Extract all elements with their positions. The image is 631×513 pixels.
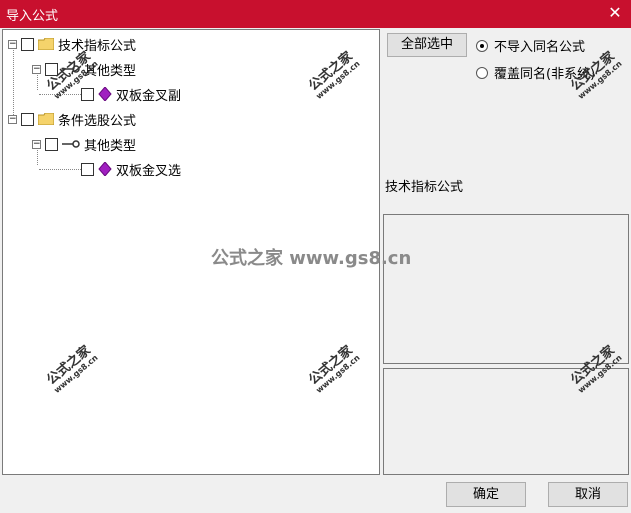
collapse-icon[interactable]: − xyxy=(8,39,17,49)
checkbox[interactable] xyxy=(21,37,34,51)
tree-label: 双板金叉副 xyxy=(116,88,182,104)
radio-icon[interactable] xyxy=(476,66,488,79)
radio-icon[interactable] xyxy=(476,39,488,52)
window-title: 导入公式 xyxy=(6,9,59,24)
checkbox[interactable] xyxy=(21,112,34,126)
cancel-button[interactable]: 取消 xyxy=(548,482,628,507)
formula-category-label: 技术指标公式 xyxy=(385,180,464,195)
key-icon xyxy=(62,140,80,148)
tree-node-formula[interactable]: 双板金叉副 xyxy=(81,84,181,104)
collapse-icon[interactable]: − xyxy=(8,114,17,124)
title-bar: 导入公式 ✕ xyxy=(0,0,631,28)
formula-gem-icon xyxy=(98,87,112,101)
tree-label: 技术指标公式 xyxy=(58,38,137,54)
radio-label: 不导入同名公式 xyxy=(494,40,586,55)
folder-icon xyxy=(38,38,54,50)
formula-gem-icon xyxy=(98,162,112,176)
tree-label: 其他类型 xyxy=(84,138,137,154)
center-watermark: 公式之家 www.gs8.cn xyxy=(211,248,412,269)
checkbox[interactable] xyxy=(81,87,94,101)
tree-connector xyxy=(39,169,81,170)
ok-button[interactable]: 确定 xyxy=(446,482,526,507)
watermark: 公式之家 www.gs8.cn xyxy=(568,49,624,102)
collapse-icon[interactable]: − xyxy=(32,64,41,74)
checkbox[interactable] xyxy=(45,137,58,151)
tree-label: 双板金叉选 xyxy=(116,163,182,179)
collapse-icon[interactable]: − xyxy=(32,139,41,149)
close-icon[interactable]: ✕ xyxy=(605,3,625,23)
tree-label: 条件选股公式 xyxy=(58,113,137,129)
tree-node-tech-indicator[interactable]: − 技术指标公式 xyxy=(8,34,136,54)
checkbox[interactable] xyxy=(81,162,94,176)
radio-skip-duplicates[interactable]: 不导入同名公式 xyxy=(476,36,585,55)
tree-node-formula[interactable]: 双板金叉选 xyxy=(81,159,181,179)
tree-node-other-type[interactable]: − 其他类型 xyxy=(32,134,136,154)
description-panel xyxy=(383,214,629,364)
folder-icon xyxy=(38,113,54,125)
tree-node-stock-selection[interactable]: − 条件选股公式 xyxy=(8,109,136,129)
select-all-button[interactable]: 全部选中 xyxy=(387,33,467,57)
